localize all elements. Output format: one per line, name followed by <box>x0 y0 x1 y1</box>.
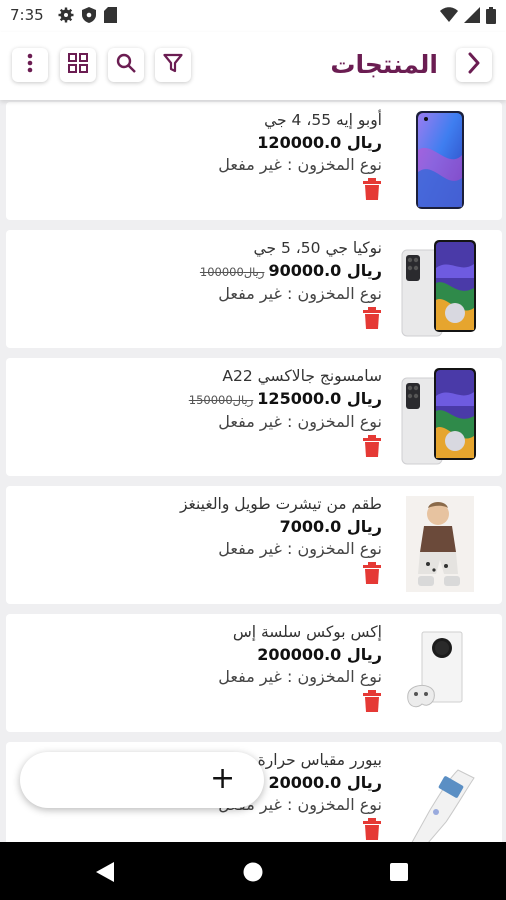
grid-view-button[interactable] <box>60 48 96 82</box>
product-price: ريال 200000.0 <box>82 644 382 666</box>
back-triangle-icon[interactable] <box>96 862 114 886</box>
signal-icon <box>464 7 480 28</box>
product-price: ريال 125000.0ريال150000 <box>82 388 382 411</box>
filter-button[interactable] <box>155 48 191 82</box>
current-price: ريال 125000.0 <box>257 389 382 408</box>
delete-icon[interactable] <box>362 435 382 457</box>
product-name: نوكيا جي 50، 5 جي <box>253 239 382 257</box>
product-image <box>400 494 480 594</box>
shield-icon <box>82 7 96 27</box>
product-image <box>400 110 480 210</box>
product-card[interactable]: طقم من تيشرت طويل والغينغز ريال 7000.0 ن… <box>6 486 502 604</box>
current-price: ريال 200000.0 <box>257 645 382 664</box>
product-image <box>400 750 480 842</box>
more-options-button[interactable] <box>12 48 48 82</box>
current-price: ريال 120000.0 <box>257 133 382 152</box>
filter-icon <box>163 53 183 77</box>
sd-card-icon <box>104 7 117 27</box>
product-price: ريال 90000.0ريال100000 <box>82 260 382 283</box>
product-name: سامسونج جالاكسي A22 <box>222 367 382 385</box>
status-bar: 7:35 <box>0 0 506 32</box>
search-button[interactable] <box>108 48 144 82</box>
current-price: ريال 20000.0 <box>268 773 382 792</box>
product-price: ريال 7000.0 <box>82 516 382 538</box>
old-price: ريال100000 <box>199 265 265 279</box>
stock-type: نوع المخزون : غير مفعل <box>218 539 382 558</box>
stock-type: نوع المخزون : غير مفعل <box>218 412 382 431</box>
product-card[interactable]: سامسونج جالاكسي A22 ريال 125000.0ريال150… <box>6 358 502 476</box>
product-name: طقم من تيشرت طويل والغينغز <box>179 495 382 513</box>
add-product-button[interactable]: + <box>20 752 264 808</box>
product-card[interactable]: إكس بوكس سلسة إس ريال 200000.0 نوع المخز… <box>6 614 502 732</box>
stock-type: نوع المخزون : غير مفعل <box>218 284 382 303</box>
status-time: 7:35 <box>10 6 44 24</box>
home-circle-icon[interactable] <box>243 862 263 886</box>
plus-icon: + <box>210 761 236 796</box>
search-icon <box>116 53 136 77</box>
current-price: ريال 7000.0 <box>279 517 382 536</box>
delete-icon[interactable] <box>362 307 382 329</box>
more-vertical-icon <box>27 53 33 77</box>
product-list[interactable]: أوبو إيه 55، 4 جي ريال 120000.0 نوع المخ… <box>0 100 506 842</box>
old-price: ريال150000 <box>188 393 254 407</box>
delete-icon[interactable] <box>362 178 382 200</box>
product-image <box>400 238 480 338</box>
product-image <box>400 366 480 466</box>
page-title: المنتجات <box>330 50 438 79</box>
wifi-icon <box>440 7 458 28</box>
product-card[interactable]: أوبو إيه 55، 4 جي ريال 120000.0 نوع المخ… <box>6 102 502 220</box>
delete-icon[interactable] <box>362 818 382 840</box>
product-name: أوبو إيه 55، 4 جي <box>264 111 382 129</box>
back-chevron-icon <box>467 52 481 78</box>
product-price: ريال 120000.0 <box>82 132 382 154</box>
settings-icon <box>58 7 74 27</box>
product-image <box>400 622 480 722</box>
product-card[interactable]: نوكيا جي 50، 5 جي ريال 90000.0ريال100000… <box>6 230 502 348</box>
back-button[interactable] <box>456 48 492 82</box>
grid-icon <box>68 53 88 77</box>
navigation-bar <box>0 842 506 900</box>
stock-type: نوع المخزون : غير مفعل <box>218 667 382 686</box>
delete-icon[interactable] <box>362 690 382 712</box>
recents-square-icon[interactable] <box>390 863 408 885</box>
product-name: إكس بوكس سلسة إس <box>232 623 382 641</box>
battery-icon <box>486 7 496 28</box>
delete-icon[interactable] <box>362 562 382 584</box>
current-price: ريال 90000.0 <box>268 261 382 280</box>
stock-type: نوع المخزون : غير مفعل <box>218 155 382 174</box>
app-bar: المنتجات <box>0 32 506 100</box>
